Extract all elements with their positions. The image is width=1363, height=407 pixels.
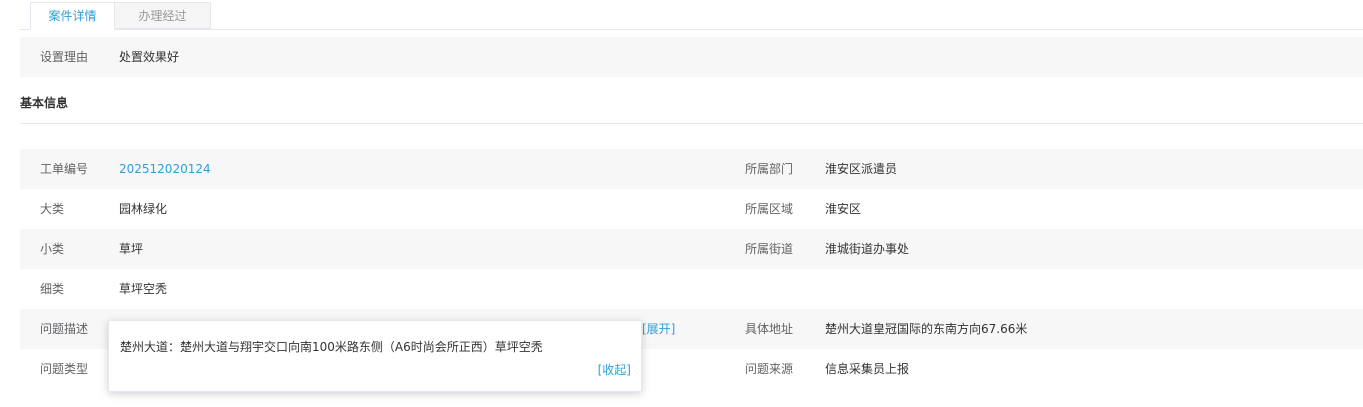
order-no-label: 工单编号	[40, 162, 89, 176]
section-divider	[20, 123, 1363, 124]
subcategory-label: 小类	[40, 242, 65, 256]
department-label: 所属部门	[745, 162, 794, 176]
description-popup: 楚州大道：楚州大道与翔宇交口向南100米路东侧（A6时尚会所正西）草坪空秃 [收…	[108, 320, 642, 392]
tab-case-details[interactable]: 案件详情	[30, 2, 115, 30]
popup-description-text: 楚州大道：楚州大道与翔宇交口向南100米路东侧（A6时尚会所正西）草坪空秃	[120, 340, 543, 354]
region-value: 淮安区	[825, 202, 862, 216]
info-row-2: 大类 园林绿化 所属区域 淮安区	[20, 189, 1363, 229]
category-value: 园林绿化	[119, 202, 168, 216]
problem-type-label: 问题类型	[40, 362, 89, 376]
source-label: 问题来源	[745, 362, 794, 376]
street-label: 所属街道	[745, 242, 794, 256]
info-row-1: 工单编号 202512020124 所属部门 淮安区派遣员	[20, 149, 1363, 189]
street-value: 淮城街道办事处	[825, 242, 910, 256]
detail-category-label: 细类	[40, 282, 65, 296]
info-row-3: 小类 草坪 所属街道 淮城街道办事处	[20, 229, 1363, 269]
address-value: 楚州大道皇冠国际的东南方向67.66米	[825, 322, 1028, 336]
tab-bar: 案件详情 办理经过	[20, 0, 1363, 30]
description-expand-link[interactable]: [展开]	[642, 309, 675, 349]
popup-collapse-link[interactable]: [收起]	[598, 361, 631, 378]
reason-row: 设置理由 处置效果好	[20, 37, 1363, 77]
region-label: 所属区域	[745, 202, 794, 216]
reason-value: 处置效果好	[119, 50, 180, 64]
description-label: 问题描述	[40, 322, 89, 336]
section-title-basic-info: 基本信息	[20, 96, 69, 110]
category-label: 大类	[40, 202, 65, 216]
order-no-link[interactable]: 202512020124	[119, 149, 211, 189]
department-value: 淮安区派遣员	[825, 162, 898, 176]
detail-category-value: 草坪空秃	[119, 282, 168, 296]
tab-process-history[interactable]: 办理经过	[115, 2, 211, 29]
source-value: 信息采集员上报	[825, 362, 910, 376]
address-label: 具体地址	[745, 322, 794, 336]
subcategory-value: 草坪	[119, 242, 144, 256]
info-row-4: 细类 草坪空秃	[20, 269, 1363, 309]
reason-label: 设置理由	[40, 50, 89, 64]
